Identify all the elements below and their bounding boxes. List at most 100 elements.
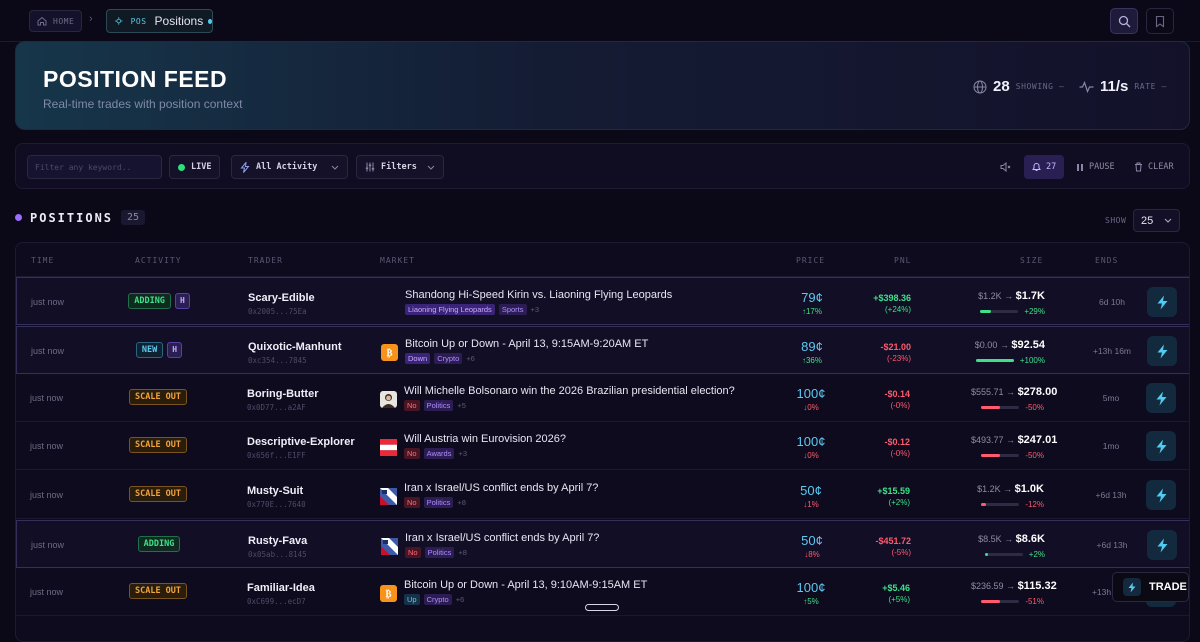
col-trader: TRADER	[248, 256, 283, 265]
scroll-indicator[interactable]	[585, 604, 619, 611]
rate-label: RATE –	[1134, 82, 1167, 91]
trader-cell[interactable]: Musty-Suit 0x770E...7640	[247, 485, 306, 509]
market-title[interactable]: Bitcoin Up or Down - April 13, 9:15AM-9:…	[405, 338, 648, 350]
pnl-value: -$21.00	[880, 342, 911, 352]
size-cell: $236.59 → $115.32 -51%	[971, 580, 1057, 606]
breadcrumb-positions[interactable]: POS Positions	[106, 9, 213, 33]
more-tags: +8	[457, 498, 466, 507]
size-percent: -50%	[1025, 403, 1044, 412]
bolt-icon	[1157, 295, 1167, 309]
trader-cell[interactable]: Rusty-Fava 0x05ab...8145	[248, 535, 307, 559]
filter-input[interactable]	[27, 155, 162, 179]
market-title[interactable]: Bitcoin Up or Down - April 13, 9:10AM-9:…	[404, 579, 647, 591]
filters-dropdown[interactable]: Filters	[356, 155, 444, 179]
bolt-icon	[1156, 391, 1166, 405]
price-value: 50¢	[801, 533, 823, 548]
chevron-right-icon: ›	[89, 13, 93, 25]
market-cell[interactable]: ₿ Bitcoin Up or Down - April 13, 9:10AM-…	[380, 579, 647, 605]
trader-cell[interactable]: Descriptive-Explorer 0x656f...E1FF	[247, 436, 355, 460]
active-dot	[208, 18, 212, 24]
trader-cell[interactable]: Scary-Edible 0x2005...75Ea	[248, 292, 315, 316]
market-title[interactable]: Shandong Hi-Speed Kirin vs. Liaoning Fly…	[405, 289, 672, 301]
clear-button[interactable]: CLEAR	[1134, 155, 1174, 179]
quick-trade-button[interactable]	[1146, 383, 1176, 413]
market-tags: Down Crypto +6	[405, 353, 648, 364]
quick-trade-button[interactable]	[1146, 480, 1176, 510]
market-cell[interactable]: Shandong Hi-Speed Kirin vs. Liaoning Fly…	[381, 289, 672, 315]
crosshair-icon	[115, 17, 123, 25]
filters-dropdown-label: Filters	[381, 162, 417, 172]
pnl-value: +$398.36	[873, 293, 911, 303]
market-cell[interactable]: Will Austria win Eurovision 2026? No Awar…	[380, 433, 566, 459]
trader-name[interactable]: Familiar-Idea	[247, 582, 315, 594]
size-bar	[980, 310, 1019, 313]
trader-name[interactable]: Rusty-Fava	[248, 535, 307, 547]
bookmark-button[interactable]	[1146, 8, 1174, 34]
more-tags: +8	[458, 548, 467, 557]
trader-name[interactable]: Descriptive-Explorer	[247, 436, 355, 448]
breadcrumb-home[interactable]: HOME	[29, 10, 82, 32]
live-toggle[interactable]: LIVE	[169, 155, 221, 179]
table-row[interactable]: just now SCALE OUT Musty-Suit 0x770E...7…	[16, 471, 1189, 519]
trader-cell[interactable]: Quixotic-Manhunt 0xc354...7845	[248, 341, 342, 365]
size-bar-fill	[984, 553, 988, 556]
chevron-down-icon	[427, 165, 435, 170]
size-to: $278.00	[1017, 386, 1058, 398]
quick-trade-button[interactable]	[1147, 287, 1177, 317]
ends-cell: +6d 13h	[1095, 490, 1127, 500]
trader-name[interactable]: Boring-Butter	[247, 388, 319, 400]
quick-trade-button[interactable]	[1147, 336, 1177, 366]
market-cell[interactable]: Will Michelle Bolsonaro win the 2026 Bra…	[380, 385, 735, 411]
quick-trade-button[interactable]	[1147, 530, 1177, 560]
size-percent: -12%	[1025, 500, 1044, 509]
activity-dropdown[interactable]: All Activity	[231, 155, 348, 179]
trader-name[interactable]: Quixotic-Manhunt	[248, 341, 342, 353]
more-tags: +5	[457, 401, 466, 410]
market-tags: No Politics +8	[404, 497, 598, 508]
top-nav: HOME › POS Positions	[0, 0, 1200, 42]
activity-cell: SCALE OUT	[98, 389, 218, 405]
trader-cell[interactable]: Boring-Butter 0x0D77...a2AF	[247, 388, 319, 412]
table-header: TIME ACTIVITY TRADER MARKET PRICE PNL SI…	[16, 243, 1189, 277]
price-cell: 89¢ ↑36%	[787, 339, 837, 365]
show-select[interactable]: 25	[1133, 209, 1180, 232]
market-tag: No	[404, 497, 420, 508]
svg-text:₿: ₿	[386, 348, 392, 358]
market-title[interactable]: Iran x Israel/US conflict ends by April …	[405, 532, 599, 544]
table-row[interactable]: just now ADDING Rusty-Fava 0x05ab...8145…	[16, 520, 1189, 568]
market-cell[interactable]: ₿ Bitcoin Up or Down - April 13, 9:15AM-…	[381, 338, 648, 364]
market-tags: Liaoning Flying Leopards Sports +3	[405, 304, 672, 315]
trader-name[interactable]: Musty-Suit	[247, 485, 306, 497]
size-from: $555.71	[971, 387, 1004, 397]
table-row[interactable]: just now SCALE OUT Descriptive-Explorer …	[16, 422, 1189, 470]
bolt-icon	[1157, 344, 1167, 358]
pnl-cell: -$21.00 (-23%)	[857, 342, 911, 363]
market-title[interactable]: Iran x Israel/US conflict ends by April …	[404, 482, 598, 494]
table-row[interactable]: just now ADDING H Scary-Edible 0x2005...…	[16, 277, 1189, 325]
col-activity: ACTIVITY	[135, 256, 182, 265]
row-time: just now	[30, 393, 64, 403]
row-time: just now	[31, 297, 65, 307]
austria-flag-icon	[380, 439, 397, 456]
table-row[interactable]: just now SCALE OUT Boring-Butter 0x0D77.…	[16, 374, 1189, 422]
table-row[interactable]: just now NEW H Quixotic-Manhunt 0xc354..…	[16, 326, 1189, 374]
sound-toggle[interactable]	[1000, 155, 1012, 179]
market-title[interactable]: Will Austria win Eurovision 2026?	[404, 433, 566, 445]
trader-name[interactable]: Scary-Edible	[248, 292, 315, 304]
trader-cell[interactable]: Familiar-Idea 0xC699...ecD7	[247, 582, 315, 606]
notifications-button[interactable]: 27	[1024, 155, 1065, 179]
size-to: $115.32	[1017, 580, 1057, 592]
search-button[interactable]	[1110, 8, 1138, 34]
quick-trade-button[interactable]	[1146, 431, 1176, 461]
size-cell: $1.2K → $1.0K -12%	[971, 483, 1044, 509]
row-time: just now	[30, 587, 64, 597]
market-title[interactable]: Will Michelle Bolsonaro win the 2026 Bra…	[404, 385, 735, 397]
trade-fab[interactable]: TRADE	[1112, 572, 1189, 602]
market-cell[interactable]: Iran x Israel/US conflict ends by April …	[380, 482, 598, 508]
market-cell[interactable]: Iran x Israel/US conflict ends by April …	[381, 532, 599, 558]
pnl-percent: (+2%)	[888, 498, 910, 507]
page-subtitle: Real-time trades with position context	[43, 97, 243, 111]
market-tag: Politics	[423, 400, 454, 411]
pnl-cell: -$451.72 (-5%)	[857, 536, 911, 557]
pause-button[interactable]: PAUSE	[1076, 155, 1115, 179]
